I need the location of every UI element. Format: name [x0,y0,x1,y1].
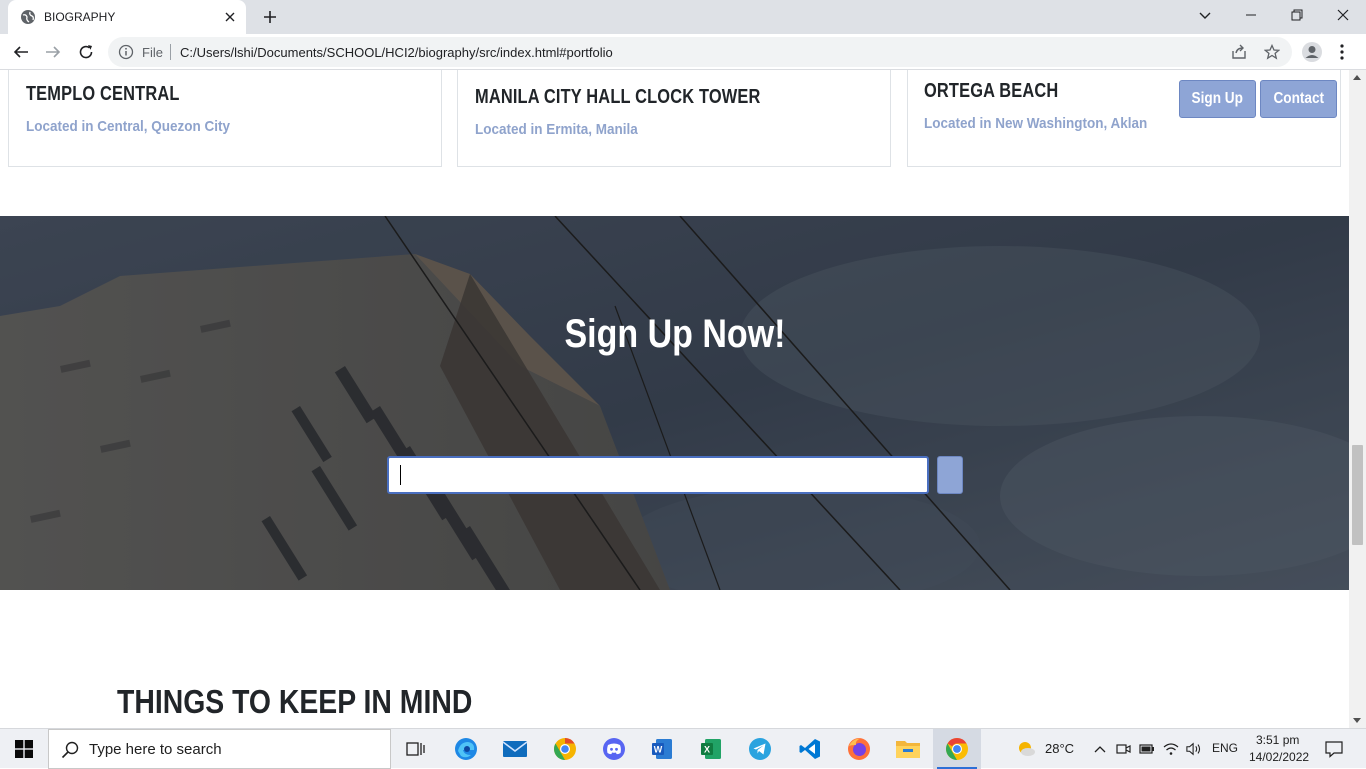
taskbar-search-box[interactable]: Type here to search [48,729,391,769]
portfolio-card-manila-city-hall[interactable]: MANILA CITY HALL CLOCK TOWER Located in … [457,70,891,167]
card-title: TEMPLO CENTRAL [26,83,180,105]
things-heading-text: THINGS TO KEEP IN MIND [117,683,473,720]
excel-icon[interactable]: X [687,729,735,769]
nav-contact-label: Contact [1273,90,1324,107]
weather-temperature[interactable]: 28°C [1045,741,1074,756]
edge-icon[interactable] [442,729,490,769]
info-icon[interactable] [118,44,134,60]
battery-icon[interactable] [1139,741,1155,757]
share-icon[interactable] [1230,43,1248,61]
url-text[interactable]: C:/Users/lshi/Documents/SCHOOL/HCI2/biog… [180,45,613,60]
nav-signup-label: Sign Up [1191,90,1244,107]
close-tab-icon[interactable] [218,5,242,29]
restore-icon[interactable] [1274,0,1320,30]
address-bar[interactable]: File C:/Users/lshi/Documents/SCHOOL/HCI2… [108,37,1292,67]
forward-arrow-icon[interactable] [39,38,67,66]
card-title: ORTEGA BEACH [924,80,1059,102]
reload-icon[interactable] [72,38,100,66]
bookmark-star-icon[interactable] [1263,43,1281,61]
scrollbar-thumb[interactable] [1352,445,1363,545]
omnibox-scheme: File [142,45,163,60]
search-icon [61,741,79,764]
card-title: MANILA CITY HALL CLOCK TOWER [475,86,761,108]
browser-tab[interactable]: BIOGRAPHY [8,0,246,34]
things-to-keep-in-mind-heading: THINGS TO KEEP IN MIND [117,683,530,721]
card-location: Located in New Washington, Aklan [924,115,1148,132]
mail-icon[interactable] [491,729,539,769]
input-language[interactable]: ENG [1212,741,1238,755]
file-explorer-icon[interactable] [884,729,932,769]
tab-title: BIOGRAPHY [44,10,116,24]
card-location: Located in Ermita, Manila [475,121,638,138]
nav-signup-button[interactable]: Sign Up [1179,80,1256,118]
nav-contact-button[interactable]: Contact [1260,80,1337,118]
card-location: Located in Central, Quezon City [26,118,231,135]
discord-icon[interactable] [590,729,638,769]
vscode-icon[interactable] [786,729,834,769]
clock-time[interactable]: 3:51 pm [1256,733,1299,747]
taskbar-search-placeholder: Type here to search [89,741,222,758]
clock-date[interactable]: 14/02/2022 [1249,750,1309,764]
chrome-canary-icon[interactable] [541,729,589,769]
chrome-icon[interactable] [933,729,981,769]
minimize-icon[interactable] [1228,0,1274,30]
new-tab-icon[interactable] [258,5,282,29]
profile-avatar-icon[interactable] [1298,38,1326,66]
globe-icon [20,9,36,25]
close-window-icon[interactable] [1320,0,1366,30]
back-arrow-icon[interactable] [7,38,35,66]
scroll-down-arrow-icon[interactable] [1353,718,1361,723]
weather-sun-cloud-icon[interactable] [1016,739,1036,759]
portfolio-card-templo-central[interactable]: TEMPLO CENTRAL Located in Central, Quezo… [8,70,442,167]
signup-section: Sign Up Now! [0,216,1349,590]
building-background-image [0,216,1349,590]
text-caret [400,465,401,485]
signup-title: Sign Up Now! [0,312,1349,357]
task-view-icon[interactable] [392,729,440,769]
wifi-icon[interactable] [1163,741,1179,757]
speaker-volume-icon[interactable] [1186,741,1202,757]
telegram-icon[interactable] [736,729,784,769]
svg-text:W: W [654,745,663,755]
signup-submit-button[interactable] [937,456,963,494]
page-viewport: TEMPLO CENTRAL Located in Central, Quezo… [0,70,1349,728]
browser-toolbar: File C:/Users/lshi/Documents/SCHOOL/HCI2… [0,34,1366,70]
chevron-up-icon[interactable] [1092,741,1108,757]
scroll-up-arrow-icon[interactable] [1353,75,1361,80]
windows-start-icon[interactable] [0,729,48,769]
page-scrollbar[interactable] [1349,70,1366,728]
notification-icon[interactable] [1324,739,1344,759]
signup-title-text: Sign Up Now! [564,312,785,356]
browser-tabstrip: BIOGRAPHY [0,0,1366,34]
svg-text:X: X [704,745,710,755]
windows-taskbar: Type here to search W X 28°C ENG 3:51 pm… [0,728,1366,769]
signup-email-input[interactable] [387,456,929,494]
tab-search-chevron-icon[interactable] [1192,3,1218,29]
meet-now-icon[interactable] [1115,741,1131,757]
firefox-icon[interactable] [835,729,883,769]
omnibox-separator [170,44,171,60]
menu-kebab-icon[interactable] [1328,38,1356,66]
word-icon[interactable]: W [638,729,686,769]
